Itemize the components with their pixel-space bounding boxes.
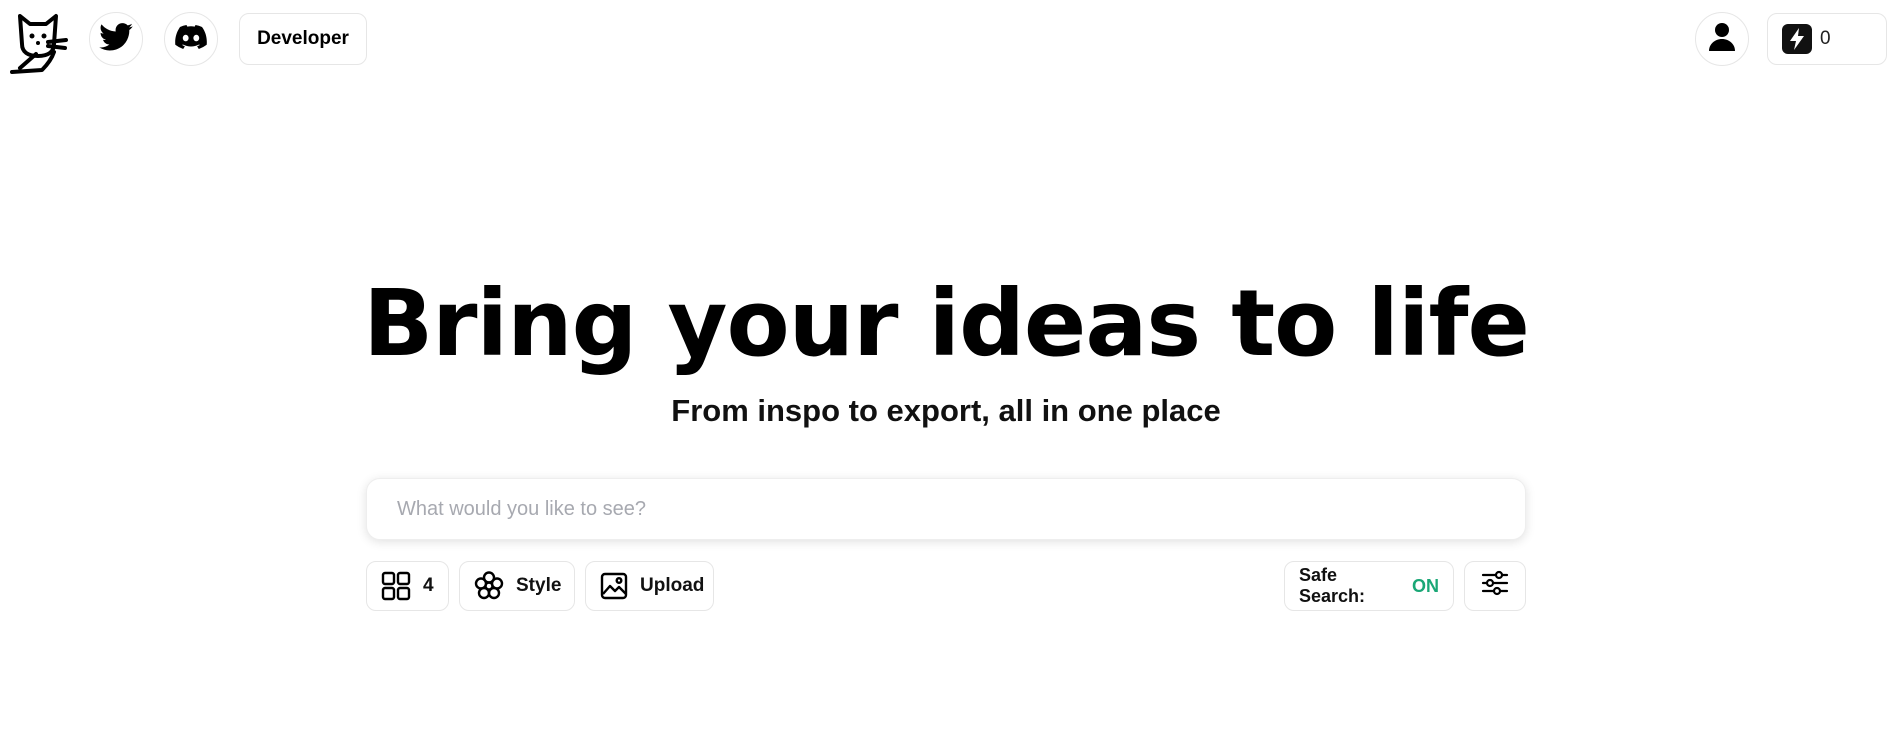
upload-button[interactable]: Upload: [585, 561, 714, 611]
credits-button[interactable]: 0: [1767, 13, 1887, 65]
sliders-icon: [1480, 568, 1510, 604]
flower-icon: [474, 571, 504, 601]
safe-search-toggle[interactable]: Safe Search: ON: [1284, 561, 1454, 611]
bolt-icon: [1782, 24, 1812, 54]
upload-label: Upload: [640, 575, 705, 596]
developer-button[interactable]: Developer: [239, 13, 367, 65]
account-button[interactable]: [1695, 12, 1749, 66]
image-count-value: 4: [423, 575, 434, 596]
style-button[interactable]: Style: [459, 561, 575, 611]
prompt-input[interactable]: [367, 479, 1525, 539]
discord-icon: [175, 24, 207, 54]
hero-title: Bring your ideas to life: [363, 270, 1530, 377]
image-icon: [600, 572, 628, 600]
developer-label: Developer: [257, 28, 349, 49]
top-navigation: Developer 0: [0, 0, 1892, 80]
style-label: Style: [516, 575, 562, 596]
twitter-icon: [99, 22, 133, 56]
user-icon: [1708, 22, 1736, 57]
prompt-search-box[interactable]: [366, 478, 1526, 540]
cat-logo-icon[interactable]: [8, 12, 70, 76]
discord-button[interactable]: [164, 12, 218, 66]
settings-filter-button[interactable]: [1464, 561, 1526, 611]
safe-search-status: ON: [1412, 575, 1439, 596]
safe-search-label: Safe Search:: [1299, 565, 1366, 606]
hero-subtitle: From inspo to export, all in one place: [671, 393, 1221, 428]
grid-icon: [381, 571, 411, 601]
credits-count: 0: [1820, 28, 1831, 49]
twitter-button[interactable]: [89, 12, 143, 66]
image-count-button[interactable]: 4: [366, 561, 449, 611]
